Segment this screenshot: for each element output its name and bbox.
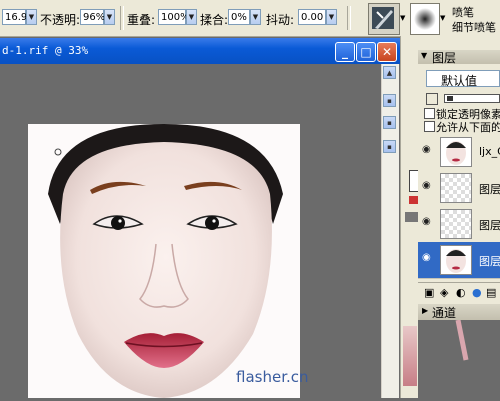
close-button[interactable]: ✕ [377, 42, 397, 62]
minimize-button[interactable]: _ [335, 42, 355, 62]
opacity-slider[interactable] [444, 94, 500, 103]
canvas[interactable] [28, 124, 300, 398]
layer-options-icon[interactable] [426, 93, 438, 105]
maximize-button[interactable]: □ [356, 42, 376, 62]
stroke-preview [455, 319, 469, 361]
airbrush-category-button[interactable] [368, 3, 400, 35]
layer-commands-icon[interactable]: ▣ [424, 286, 434, 299]
new-layer-icon[interactable]: ▤ [486, 286, 496, 299]
jitter-label: 抖动: [266, 13, 295, 27]
toolbar-separator [120, 6, 124, 30]
channels-panel-header[interactable]: ▶ 通道 [418, 304, 500, 320]
portrait-thumbnail-icon [446, 249, 466, 273]
layer-name: 图层 [479, 219, 500, 232]
dynamic-plugins-icon[interactable]: ◈ [440, 286, 448, 299]
channels-panel-title: 通道 [432, 306, 457, 320]
blend-label: 揉合: [200, 13, 229, 27]
layer-name: 图层 [479, 183, 500, 196]
portrait-thumbnail-icon [446, 141, 466, 165]
document-title: d-1.rif @ 33% [2, 44, 89, 57]
brush-selector: ▼ ▼ 喷笔 细节喷笔 [368, 0, 500, 36]
opacity-slider-handle[interactable] [447, 96, 453, 101]
layer-row[interactable]: ◉ ljx_C [418, 134, 500, 171]
brush-variant-button[interactable] [410, 3, 440, 35]
layers-panel-header[interactable]: ▼ 图层 [418, 50, 500, 65]
overlap-dropdown-button[interactable]: ▼ [186, 9, 197, 25]
jitter-field[interactable]: 0.00 [298, 9, 326, 25]
toolbar-separator [347, 6, 351, 30]
blend-dropdown-button[interactable]: ▼ [250, 9, 261, 25]
portrait-painting [28, 124, 300, 398]
brush-category-name: 喷笔 [452, 6, 474, 19]
drop-icon[interactable]: ● [472, 286, 482, 299]
layer-row-selected[interactable]: ◉ 图层 [418, 242, 500, 279]
jitter-dropdown-button[interactable]: ▼ [326, 9, 337, 25]
divider [405, 212, 419, 222]
soft-brush-dab-icon [414, 8, 436, 30]
canvas-nav-button[interactable]: ▪ [383, 94, 396, 107]
layer-name: 图层 [479, 255, 500, 268]
layer-actions-bar: ▣ ◈ ◐ ● ▤ [418, 282, 500, 303]
workspace-background [418, 319, 500, 398]
color-preview-strip [403, 326, 417, 386]
expand-arrow-icon[interactable]: ▶ [422, 306, 428, 315]
layers-panel-title: 图层 [432, 51, 457, 65]
canvas-nav-button[interactable]: ▪ [383, 116, 396, 129]
blend-field[interactable]: 0% [228, 9, 250, 25]
visibility-eye-icon[interactable]: ◉ [422, 217, 434, 227]
canvas-nav-button[interactable]: ▪ [383, 140, 396, 153]
vertical-scrollbar[interactable] [381, 64, 399, 398]
pick-up-underlying-checkbox[interactable] [424, 121, 435, 132]
panel-dock-strip [400, 36, 421, 398]
opacity-label: 不透明: [40, 13, 81, 27]
visibility-eye-icon[interactable]: ◉ [422, 253, 434, 263]
airbrush-icon [372, 7, 394, 29]
overlap-label: 重叠: [127, 13, 156, 27]
layer-thumbnail [440, 209, 472, 239]
new-layer-mask-icon[interactable]: ◐ [456, 286, 466, 299]
collapse-arrow-icon[interactable]: ▼ [421, 51, 427, 60]
brush-category-dropdown[interactable]: ▼ [400, 14, 408, 22]
visibility-eye-icon[interactable]: ◉ [422, 145, 434, 155]
layer-thumbnail [440, 245, 472, 275]
overlap-field[interactable]: 100% [158, 9, 190, 25]
layer-name: ljx_C [479, 145, 500, 158]
opacity-field[interactable]: 96% [80, 9, 105, 25]
composite-method-value: 默认值 [441, 74, 478, 88]
brush-variant-dropdown[interactable]: ▼ [440, 14, 445, 22]
opacity-dropdown-button[interactable]: ▼ [104, 9, 115, 25]
layer-thumbnail [440, 173, 472, 203]
pick-up-underlying-label: 允许从下面的 [436, 121, 500, 134]
layer-row[interactable]: ◉ 图层 [418, 206, 500, 243]
brush-variant-name: 细节喷笔 [452, 21, 496, 34]
size-field[interactable]: 16.9 [2, 9, 27, 25]
layer-thumbnail [440, 137, 472, 167]
watermark-text: flasher.cn [236, 368, 309, 386]
scroll-up-button[interactable]: ▲ [383, 66, 396, 79]
size-dropdown-button[interactable]: ▼ [26, 9, 37, 25]
lock-transparency-checkbox[interactable] [424, 108, 435, 119]
visibility-eye-icon[interactable]: ◉ [422, 181, 434, 191]
layer-row[interactable]: ◉ 图层 [418, 170, 500, 207]
composite-method-select[interactable]: 默认值 [426, 70, 500, 88]
